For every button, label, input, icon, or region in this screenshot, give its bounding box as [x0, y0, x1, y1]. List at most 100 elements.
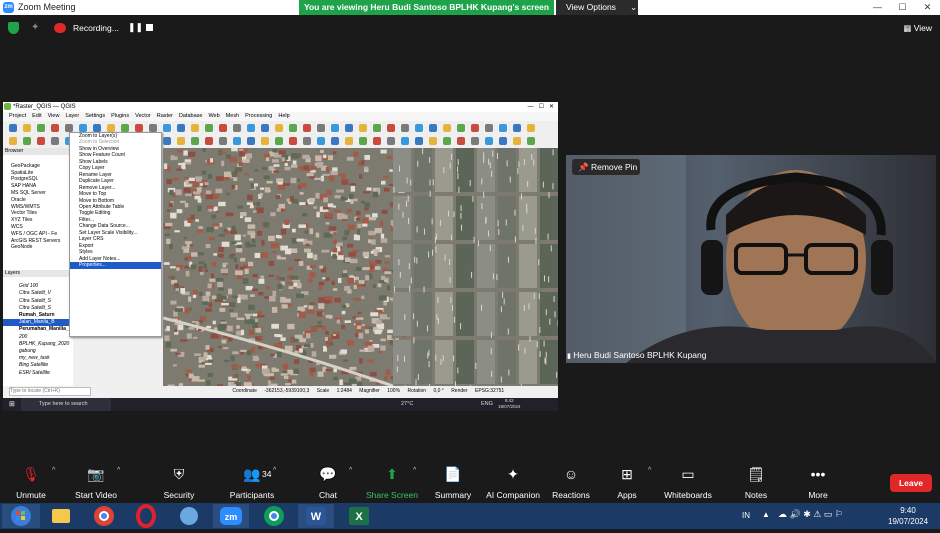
browser-item[interactable]: WCS — [3, 224, 73, 231]
qgis-tool-icon[interactable] — [37, 137, 45, 145]
qgis-menu-processing[interactable]: Processing — [245, 113, 272, 119]
browser-item[interactable]: SpatiaLite — [3, 170, 73, 177]
qgis-tool-icon[interactable] — [219, 124, 227, 132]
qgis-tool-icon[interactable] — [317, 137, 325, 145]
participants-button[interactable]: 👥34Participants^ — [217, 463, 287, 500]
qgis-menu-plugins[interactable]: Plugins — [111, 113, 129, 119]
layer-item[interactable]: Bing Satellite — [3, 362, 73, 369]
qgis-tool-icon[interactable] — [331, 137, 339, 145]
view-button[interactable]: ▦ View — [903, 23, 932, 34]
qgis-tool-icon[interactable] — [191, 124, 199, 132]
browser-item[interactable]: PostgreSQL — [3, 176, 73, 183]
options-caret-icon[interactable]: ^ — [349, 467, 352, 474]
participant-video[interactable] — [566, 155, 936, 363]
word-icon[interactable]: W — [298, 504, 334, 528]
qgis-menu-edit[interactable]: Edit — [32, 113, 41, 119]
layer-item[interactable]: Rumah_Saturn — [3, 312, 73, 319]
qgis-tool-icon[interactable] — [387, 137, 395, 145]
layer-item[interactable]: Grid 100 — [3, 283, 73, 290]
qgis-tool-icon[interactable] — [485, 137, 493, 145]
qgis-tool-icon[interactable] — [135, 124, 143, 132]
qgis-tool-icon[interactable] — [303, 137, 311, 145]
browser-item[interactable]: WFS / OGC API - Fe — [3, 231, 73, 238]
qgis-tool-icon[interactable] — [513, 124, 521, 132]
qgis-menu-database[interactable]: Database — [179, 113, 203, 119]
app-icon[interactable] — [171, 504, 207, 528]
layer-item[interactable]: 200 — [3, 334, 73, 341]
tray-lang[interactable]: IN — [742, 511, 750, 520]
qgis-menu-web[interactable]: Web — [208, 113, 219, 119]
qgis-tool-icon[interactable] — [401, 137, 409, 145]
view-options-button[interactable]: View Options⌄ — [556, 0, 638, 15]
qgis-tool-icon[interactable] — [485, 124, 493, 132]
qgis-tool-icon[interactable] — [429, 124, 437, 132]
magnifier-value[interactable]: 100% — [387, 388, 400, 394]
layer-item[interactable]: my_new_task — [3, 355, 73, 362]
qgis-tool-icon[interactable] — [317, 124, 325, 132]
qgis-tool-icon[interactable] — [373, 137, 381, 145]
tray-clock[interactable]: 9:4019/07/2024 — [888, 505, 928, 527]
qgis-tool-icon[interactable] — [527, 124, 535, 132]
layer-item[interactable]: Citra Satelit_V — [3, 290, 73, 297]
whiteboards-button[interactable]: ▭Whiteboards — [653, 463, 723, 500]
shared-screen[interactable]: *Raster_QGIS — QGIS — ☐ ✕ ProjectEditVie… — [3, 102, 558, 411]
qgis-tool-icon[interactable] — [233, 137, 241, 145]
layer-item[interactable]: gabung — [3, 348, 73, 355]
qgis-tool-icon[interactable] — [359, 137, 367, 145]
unmute-button[interactable]: 🎙Unmute^ — [0, 463, 66, 500]
qgis-tool-icon[interactable] — [9, 124, 17, 132]
qgis-menu-raster[interactable]: Raster — [157, 113, 173, 119]
options-caret-icon[interactable]: ^ — [648, 467, 651, 474]
render-checkbox[interactable]: Render — [451, 388, 467, 394]
qgis-menu-layer[interactable]: Layer — [65, 113, 79, 119]
crs-value[interactable]: EPSG:32751 — [475, 388, 504, 394]
qgis-tool-icon[interactable] — [23, 137, 31, 145]
layer-item[interactable]: Citra Satelit_S — [3, 305, 73, 312]
remove-pin-button[interactable]: 📌 Remove Pin — [572, 159, 640, 175]
qgis-tool-icon[interactable] — [513, 137, 521, 145]
zoom-taskbar-icon[interactable]: zm — [213, 504, 249, 528]
qgis-tool-icon[interactable] — [457, 124, 465, 132]
qgis-tool-icon[interactable] — [177, 137, 185, 145]
layer-item[interactable]: ESRI Satellite — [3, 370, 73, 377]
layer-item[interactable]: Jalan_Manila_B — [3, 319, 73, 326]
qgis-menu-help[interactable]: Help — [278, 113, 289, 119]
qgis-tool-icon[interactable] — [121, 124, 129, 132]
qgis-tool-icon[interactable] — [345, 137, 353, 145]
notes-button[interactable]: 🗒Notes — [721, 463, 791, 500]
qgis-tool-icon[interactable] — [443, 137, 451, 145]
qgis-menu-project[interactable]: Project — [9, 113, 26, 119]
satellite-map[interactable] — [163, 148, 558, 386]
qgis-tool-icon[interactable] — [275, 124, 283, 132]
qgis-tool-icon[interactable] — [415, 137, 423, 145]
pause-recording-button[interactable]: ❚❚ — [128, 22, 143, 33]
qgis-tool-icon[interactable] — [23, 124, 31, 132]
start-video-button[interactable]: 📷Start Video^ — [61, 463, 131, 500]
qgis-menu-vector[interactable]: Vector — [135, 113, 151, 119]
qgis-menu-view[interactable]: View — [48, 113, 60, 119]
browser-item[interactable]: ArcGIS REST Servers — [3, 238, 73, 245]
qgis-tool-icon[interactable] — [51, 137, 59, 145]
apps-button[interactable]: ⊞Apps^ — [592, 463, 662, 500]
qgis-tool-icon[interactable] — [457, 137, 465, 145]
qgis-window-controls[interactable]: — ☐ ✕ — [528, 102, 554, 112]
qgis-menu-mesh[interactable]: Mesh — [226, 113, 239, 119]
qgis-tool-icon[interactable] — [79, 124, 87, 132]
qgis-tool-icon[interactable] — [471, 137, 479, 145]
qgis-tool-icon[interactable] — [499, 124, 507, 132]
qgis-tool-icon[interactable] — [93, 124, 101, 132]
qgis-tool-icon[interactable] — [9, 137, 17, 145]
qgis-tool-icon[interactable] — [205, 137, 213, 145]
coordinate-value[interactable]: -362153,-5939100,3 — [264, 388, 309, 394]
browser-item[interactable]: Vector Tiles — [3, 210, 73, 217]
qgis-tool-icon[interactable] — [345, 124, 353, 132]
stop-recording-button[interactable] — [146, 24, 153, 31]
browser-item[interactable]: MS SQL Server — [3, 190, 73, 197]
tray-arrow-icon[interactable]: ▲ — [762, 510, 770, 519]
qgis-tool-icon[interactable] — [163, 137, 171, 145]
browser-item[interactable]: GeoNode — [3, 244, 73, 251]
close-button[interactable]: ✕ — [915, 0, 940, 15]
qgis-tool-icon[interactable] — [205, 124, 213, 132]
qgis-tool-icon[interactable] — [303, 124, 311, 132]
file-explorer-icon[interactable] — [43, 504, 79, 528]
